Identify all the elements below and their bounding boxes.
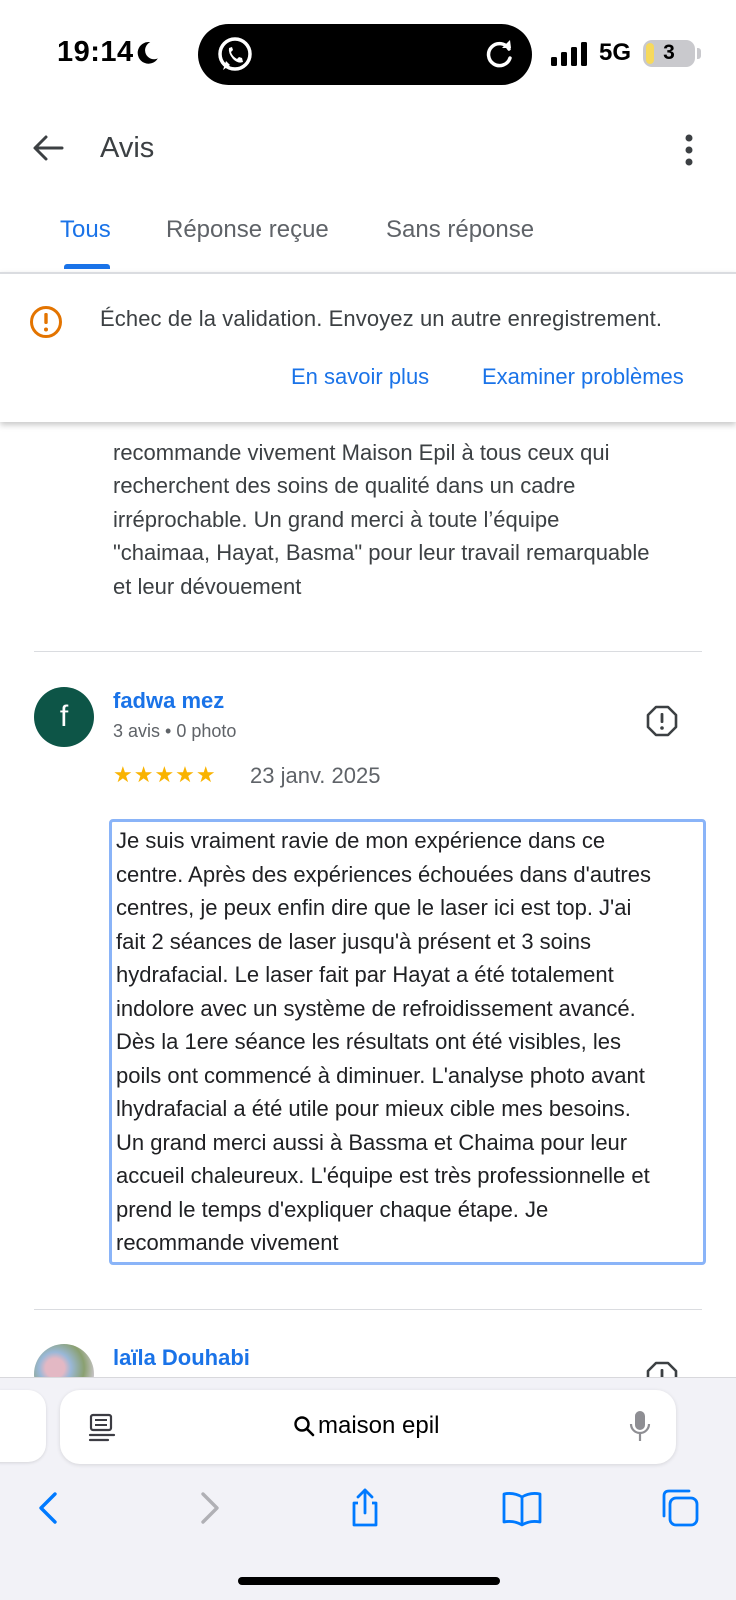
review-line: accueil chaleureux. L'équipe est très pr… xyxy=(116,1163,650,1188)
star-rating: ★★★★★ xyxy=(113,762,217,787)
review-author[interactable]: laïla Douhabi xyxy=(113,1345,250,1371)
page-title: Avis xyxy=(100,132,155,164)
dynamic-island xyxy=(198,24,532,85)
tab-replied[interactable]: Réponse reçue xyxy=(166,216,329,244)
review-line: recommande vivement xyxy=(116,1230,339,1255)
review-line: irréprochable. Un grand merci à toute l’… xyxy=(113,506,560,532)
review-line: indolore avec un système de refroidissem… xyxy=(116,995,636,1021)
review-author-meta: 3 avis • 0 photo xyxy=(113,721,237,741)
network-label: 5G xyxy=(599,39,632,66)
battery-level: 3 xyxy=(663,41,675,64)
forward-icon[interactable] xyxy=(188,1488,228,1528)
back-icon[interactable] xyxy=(30,1488,70,1528)
review-line: poils ont commencé à diminuer. L'analyse… xyxy=(116,1062,645,1088)
review-line: lhydrafacial a été utile pour mieux cibl… xyxy=(116,1096,631,1121)
home-indicator xyxy=(238,1577,500,1585)
divider xyxy=(34,1309,702,1310)
address-text: maison epil xyxy=(318,1412,440,1439)
avatar[interactable]: f xyxy=(34,687,94,747)
battery-indicator: 3 xyxy=(643,40,695,67)
previous-review-text: recommande vivement Maison Epil à tous c… xyxy=(113,422,713,603)
tabs-icon[interactable] xyxy=(660,1488,700,1528)
divider xyxy=(34,651,702,652)
search-icon xyxy=(294,1416,315,1437)
previous-tab-preview[interactable] xyxy=(0,1390,46,1462)
back-arrow-icon[interactable] xyxy=(28,128,68,168)
tab-indicator xyxy=(64,264,110,269)
reader-icon[interactable] xyxy=(88,1412,116,1442)
share-icon[interactable] xyxy=(345,1488,385,1528)
reload-icon xyxy=(486,40,512,68)
review-date: 23 janv. 2025 xyxy=(250,763,381,788)
signal-icon xyxy=(551,42,587,66)
review-issues-link[interactable]: Examiner problèmes xyxy=(482,364,684,390)
avatar[interactable] xyxy=(34,1344,94,1377)
review-author[interactable]: fadwa mez xyxy=(113,688,224,714)
whatsapp-icon xyxy=(218,37,252,71)
reviews-list: recommande vivement Maison Epil à tous c… xyxy=(0,422,736,1377)
filter-tabs: Tous Réponse reçue Sans réponse xyxy=(0,200,736,272)
review-line: fait 2 séances de laser jusqu'à présent … xyxy=(116,928,592,954)
validation-error-banner: Échec de la validation. Envoyez un autre… xyxy=(0,272,736,422)
mic-icon[interactable] xyxy=(628,1410,652,1444)
review-text-box[interactable]: Je suis vraiment ravie de mon expérience… xyxy=(109,819,706,1265)
report-icon[interactable] xyxy=(645,1360,679,1377)
app-bar: Avis xyxy=(0,110,736,190)
review-line: recherchent des soins de qualité dans un… xyxy=(113,473,576,498)
review-line: centre. Après des expériences échouées d… xyxy=(116,861,651,887)
status-bar: 19:14 5G 3 xyxy=(0,0,736,100)
learn-more-link[interactable]: En savoir plus xyxy=(291,364,429,390)
review-line: Dès la 1ere séance les résultats ont été… xyxy=(116,1029,622,1054)
status-time: 19:14 xyxy=(57,36,134,68)
review-line: "chaimaa, Hayat, Basma" pour leur travai… xyxy=(113,540,650,565)
review-line: Je suis vraiment ravie de mon expérience… xyxy=(116,828,606,853)
report-icon[interactable] xyxy=(645,704,679,738)
browser-toolbar: maison epil xyxy=(0,1377,736,1600)
review-line: hydrafacial. Le laser fait par Hayat a é… xyxy=(116,962,614,987)
review-line: recommande vivement Maison Epil à tous c… xyxy=(113,439,610,465)
more-vert-icon[interactable] xyxy=(676,130,702,170)
warning-icon xyxy=(30,306,62,338)
review-line: prend le temps d'expliquer chaque étape.… xyxy=(116,1196,549,1222)
tab-unreplied[interactable]: Sans réponse xyxy=(386,216,534,244)
address-bar[interactable]: maison epil xyxy=(60,1390,676,1464)
moon-icon xyxy=(137,42,158,64)
review-line: Un grand merci aussi à Bassma et Chaima … xyxy=(116,1129,628,1155)
bookmarks-icon[interactable] xyxy=(502,1488,542,1528)
review-line: centres, je peux enfin dire que le laser… xyxy=(116,895,632,920)
review-line: et leur dévouement xyxy=(113,573,302,599)
battery-tip xyxy=(697,48,701,59)
banner-message: Échec de la validation. Envoyez un autre… xyxy=(100,306,663,331)
tab-all[interactable]: Tous xyxy=(60,216,111,244)
